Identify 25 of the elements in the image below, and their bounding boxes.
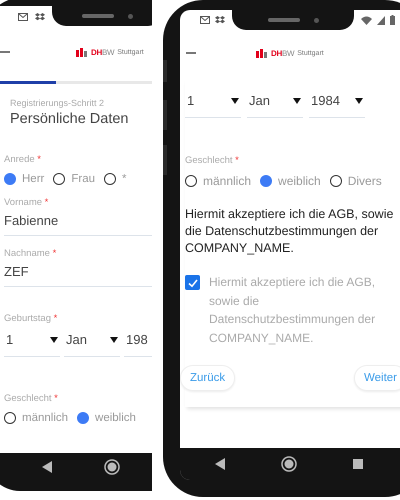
option-label: * (122, 173, 127, 185)
option-label: weiblich (95, 412, 136, 424)
option-label: männlich (22, 412, 68, 424)
dropdown[interactable]: Jan (247, 93, 303, 118)
option-label: Herr (22, 173, 44, 185)
field-label: Geschlecht * (4, 393, 59, 404)
field-label: Vorname * (4, 197, 50, 208)
checkbox-label: Hiermit akzeptiere ich die AGB, sowie die Datenschutzbestimmungen der COMPANY_NAME. (209, 274, 376, 346)
field-label: Geburtstag * (4, 313, 58, 324)
dropdown[interactable]: 1 (185, 93, 241, 118)
step-label: Registrierungs-Schritt 2 (9, 98, 106, 108)
page-heading: Persönliche Daten (9, 111, 130, 127)
field-label: Geschlecht * (185, 155, 240, 166)
dropdown[interactable]: Jan (64, 332, 120, 357)
logo-text: DHBW (91, 48, 114, 56)
option-label: Divers (348, 174, 382, 188)
option-label: weiblich (278, 174, 321, 188)
option-label: männlich (203, 174, 252, 188)
field-label: Anrede * (4, 154, 42, 165)
terms-text: Hiermit akzeptiere ich die AGB, sowie die Datenschutzbestimmungen der COMPANY_NAME. (185, 206, 394, 257)
dropdown[interactable]: 1984 (309, 93, 365, 118)
logo-text: DHBW (271, 48, 294, 58)
field-label: Nachname * (4, 248, 58, 259)
option-label: Frau (71, 173, 96, 185)
dropdown[interactable]: 1 (4, 332, 60, 357)
